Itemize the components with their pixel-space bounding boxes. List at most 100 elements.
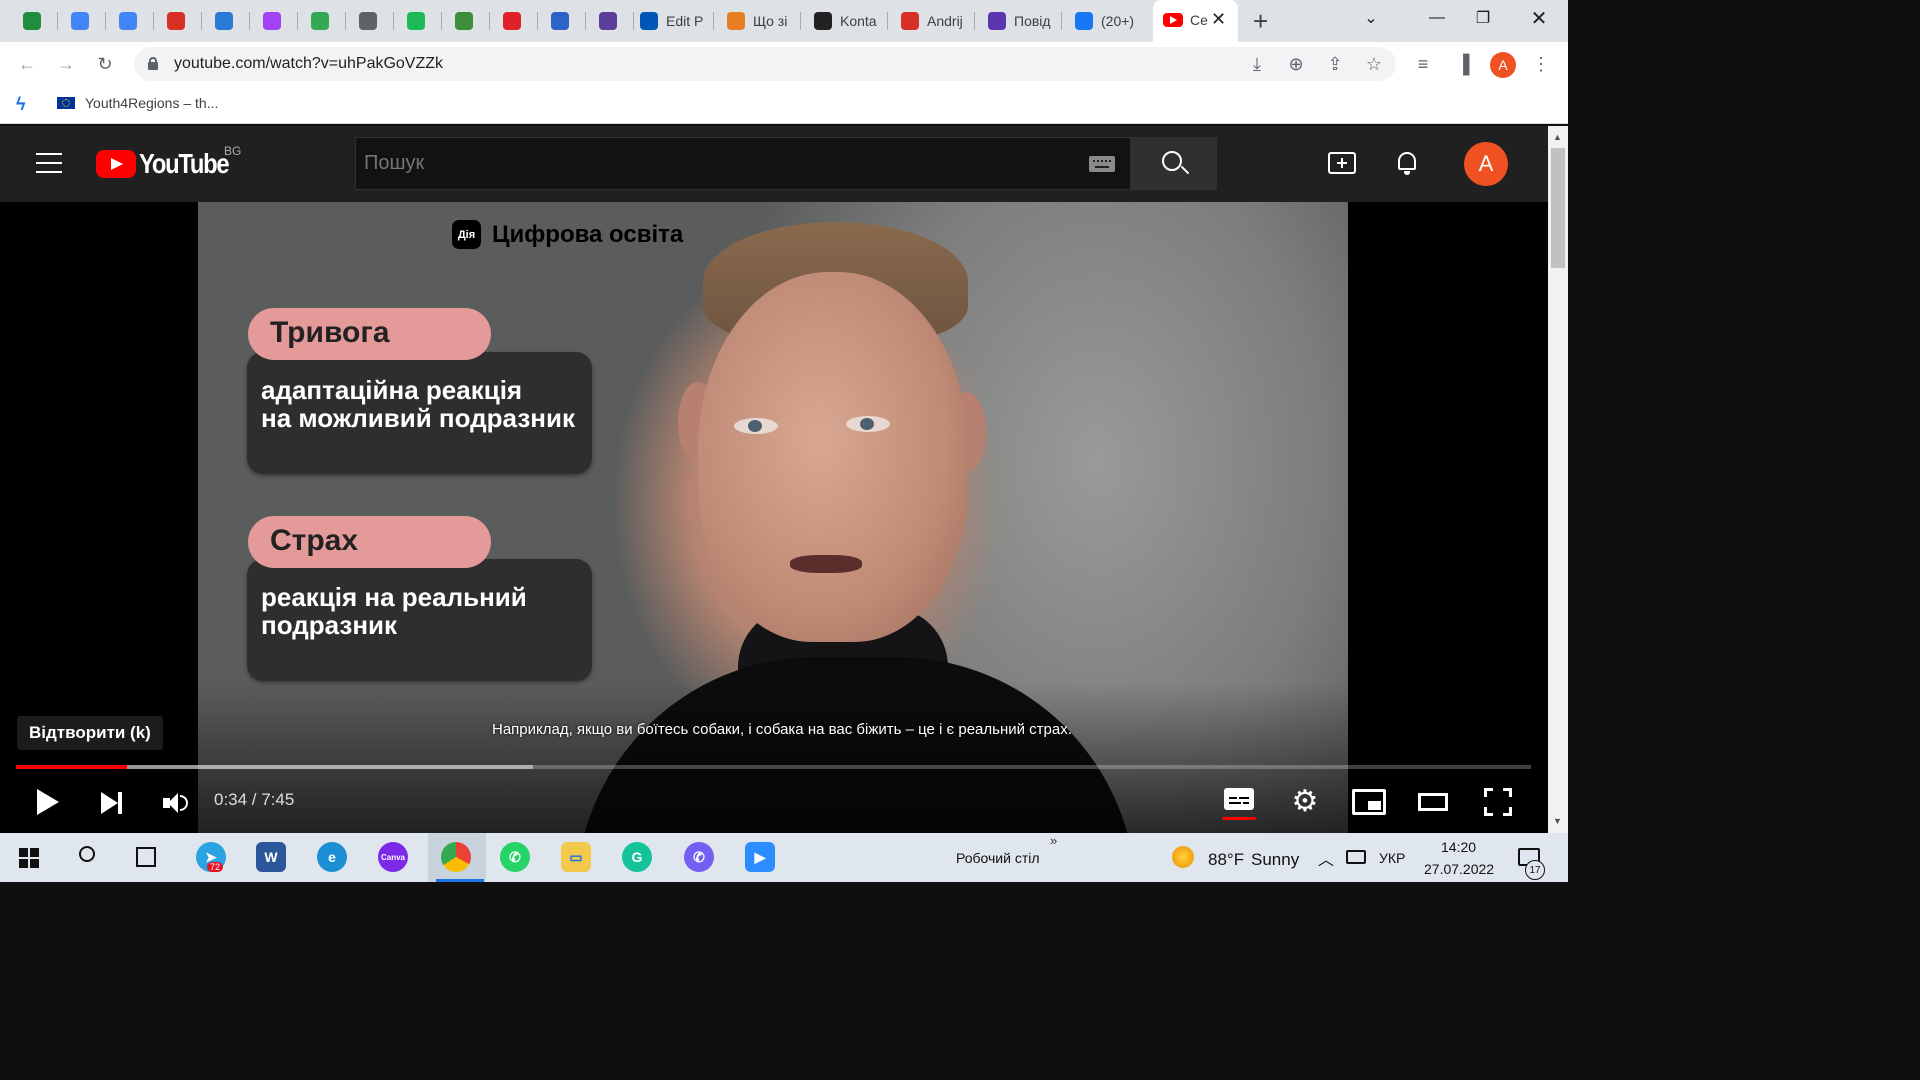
browser-tab[interactable] xyxy=(13,4,41,38)
browser-tab[interactable] xyxy=(205,4,233,38)
video-subtitle: Наприклад, якщо ви боїтесь собаки, і соб… xyxy=(492,721,1072,738)
next-icon xyxy=(100,792,118,814)
browser-tab[interactable] xyxy=(61,4,89,38)
browser-tab[interactable] xyxy=(493,4,521,38)
keyboard-icon[interactable] xyxy=(1089,156,1115,172)
notifications-bell-icon[interactable] xyxy=(1396,150,1418,175)
profile-avatar[interactable]: A xyxy=(1490,52,1516,78)
browser-tab[interactable] xyxy=(301,4,329,38)
viber-icon[interactable]: ✆ xyxy=(684,842,714,872)
network-battery-icon[interactable] xyxy=(1346,850,1366,864)
search-input[interactable] xyxy=(356,138,1076,189)
browser-tab[interactable] xyxy=(109,4,137,38)
browser-tab[interactable] xyxy=(445,4,473,38)
gmail-icon xyxy=(167,12,185,30)
browser-tab[interactable]: Edit P xyxy=(630,4,704,38)
browser-tab[interactable]: Andrij xyxy=(891,4,965,38)
tab-close-icon[interactable]: ✕ xyxy=(1211,9,1226,30)
card-anxiety-line2: на можливий подразник xyxy=(261,403,575,433)
tab-search-icon[interactable]: ⌄ xyxy=(1348,0,1394,36)
browser-tab[interactable]: Повід xyxy=(978,4,1052,38)
forms-icon xyxy=(988,12,1006,30)
input-language[interactable]: УКР xyxy=(1379,850,1405,866)
windows-taskbar: ➤ 72 W e Canva ✆ ▭ G ✆ ▶ » Робочий стіл … xyxy=(0,833,1568,882)
forward-icon[interactable]: → xyxy=(55,53,77,75)
weather-temp[interactable]: 88°F xyxy=(1208,850,1244,870)
bookmark-youth4regions[interactable]: Youth4Regions – th... xyxy=(85,95,218,111)
file-explorer-icon[interactable]: ▭ xyxy=(561,842,591,872)
browser-tab[interactable]: Що зі xyxy=(717,4,791,38)
bookmark-star-icon[interactable]: ☆ xyxy=(1363,53,1385,75)
zoom-app-icon[interactable]: ▶ xyxy=(745,842,775,872)
browser-tab[interactable] xyxy=(589,4,617,38)
browser-e-icon xyxy=(215,12,233,30)
apps-bookmark-icon[interactable]: ϟ xyxy=(16,94,26,115)
browser-tab[interactable] xyxy=(541,4,569,38)
subtitles-button[interactable] xyxy=(1222,788,1256,820)
youtube-logo-icon[interactable] xyxy=(96,150,136,178)
new-tab-button[interactable]: + xyxy=(1253,6,1268,37)
scrollbar-thumb[interactable] xyxy=(1551,148,1565,268)
minimize-button[interactable]: — xyxy=(1414,0,1460,36)
hidden-icons-chevron-icon[interactable]: ︿ xyxy=(1318,846,1334,870)
play-button[interactable] xyxy=(36,788,60,816)
browser-tab[interactable] xyxy=(349,4,377,38)
word-icon[interactable]: W xyxy=(256,842,286,872)
grammarly-icon[interactable]: G xyxy=(622,842,652,872)
clock-time[interactable]: 14:20 xyxy=(1441,839,1476,855)
theater-mode-button[interactable] xyxy=(1418,793,1448,811)
address-bar[interactable]: youtube.com/watch?v=uhPakGoVZZk ⤓ ⊕ ⇪ ☆ xyxy=(134,47,1396,81)
search-box[interactable] xyxy=(355,137,1131,190)
chrome-menu-icon[interactable]: ⋮ xyxy=(1530,53,1552,75)
browser-tab[interactable]: Konta xyxy=(804,4,878,38)
zoom-icon[interactable]: ⊕ xyxy=(1285,53,1307,75)
search-button[interactable] xyxy=(1131,137,1217,190)
page-scrollbar[interactable]: ▲ ▼ xyxy=(1548,126,1568,833)
browser-tab[interactable]: (20+) xyxy=(1065,4,1139,38)
scroll-down-icon[interactable]: ▼ xyxy=(1553,816,1562,826)
canva-icon[interactable]: Canva xyxy=(378,842,408,872)
close-window-button[interactable]: ✕ xyxy=(1516,0,1562,36)
fullscreen-button[interactable] xyxy=(1484,788,1512,816)
media-control-icon[interactable]: ≡ xyxy=(1412,53,1434,75)
progress-bar[interactable] xyxy=(16,765,1531,769)
video-person-mouth xyxy=(790,555,862,573)
volume-button[interactable] xyxy=(161,790,189,816)
scroll-up-icon[interactable]: ▲ xyxy=(1553,132,1562,142)
create-video-icon[interactable] xyxy=(1328,152,1356,174)
brand-title: Цифрова освіта xyxy=(492,220,684,248)
restore-button[interactable]: ❐ xyxy=(1460,0,1506,36)
eu-flag-icon xyxy=(57,97,75,109)
bookmarks-bar: ϟ Youth4Regions – th... xyxy=(0,86,1568,124)
weather-text[interactable]: Sunny xyxy=(1251,850,1299,870)
install-app-icon[interactable]: ⤓ xyxy=(1246,53,1268,75)
side-panel-icon[interactable]: ▐ xyxy=(1452,53,1474,75)
reload-icon[interactable]: ↻ xyxy=(94,53,116,75)
youtube-avatar[interactable]: A xyxy=(1464,142,1508,186)
chrome-icon[interactable] xyxy=(441,842,471,872)
video-player[interactable]: Дія Цифрова освіта адаптаційна реакція н… xyxy=(0,202,1548,833)
tab-youtube-active[interactable]: Ce ✕ xyxy=(1153,0,1238,42)
task-view-icon[interactable] xyxy=(136,847,156,867)
edge-icon[interactable]: e xyxy=(317,842,347,872)
hamburger-menu-icon[interactable] xyxy=(36,153,62,173)
windows-start-icon[interactable] xyxy=(19,848,39,868)
whatsapp-icon[interactable]: ✆ xyxy=(500,842,530,872)
clock-date[interactable]: 27.07.2022 xyxy=(1424,861,1494,877)
share-icon[interactable]: ⇪ xyxy=(1324,53,1346,75)
browser-tab[interactable] xyxy=(253,4,281,38)
youtube-logo-text[interactable]: YouTube xyxy=(139,148,230,180)
next-button[interactable] xyxy=(98,791,124,815)
desktop-label[interactable]: Робочий стіл xyxy=(956,850,1040,866)
sunny-weather-icon[interactable] xyxy=(1172,846,1194,868)
taskbar-search-icon[interactable] xyxy=(79,846,95,862)
browser-tab[interactable] xyxy=(397,4,425,38)
subtitles-icon xyxy=(1224,788,1254,810)
miniplayer-button[interactable] xyxy=(1352,789,1386,815)
settings-gear-icon[interactable]: ⚙ xyxy=(1290,785,1320,818)
back-icon[interactable]: ← xyxy=(16,53,38,75)
infinity-icon xyxy=(503,12,521,30)
browser-tab[interactable] xyxy=(157,4,185,38)
toolbar-expand-icon[interactable]: » xyxy=(1050,833,1057,848)
flame-icon xyxy=(727,12,745,30)
